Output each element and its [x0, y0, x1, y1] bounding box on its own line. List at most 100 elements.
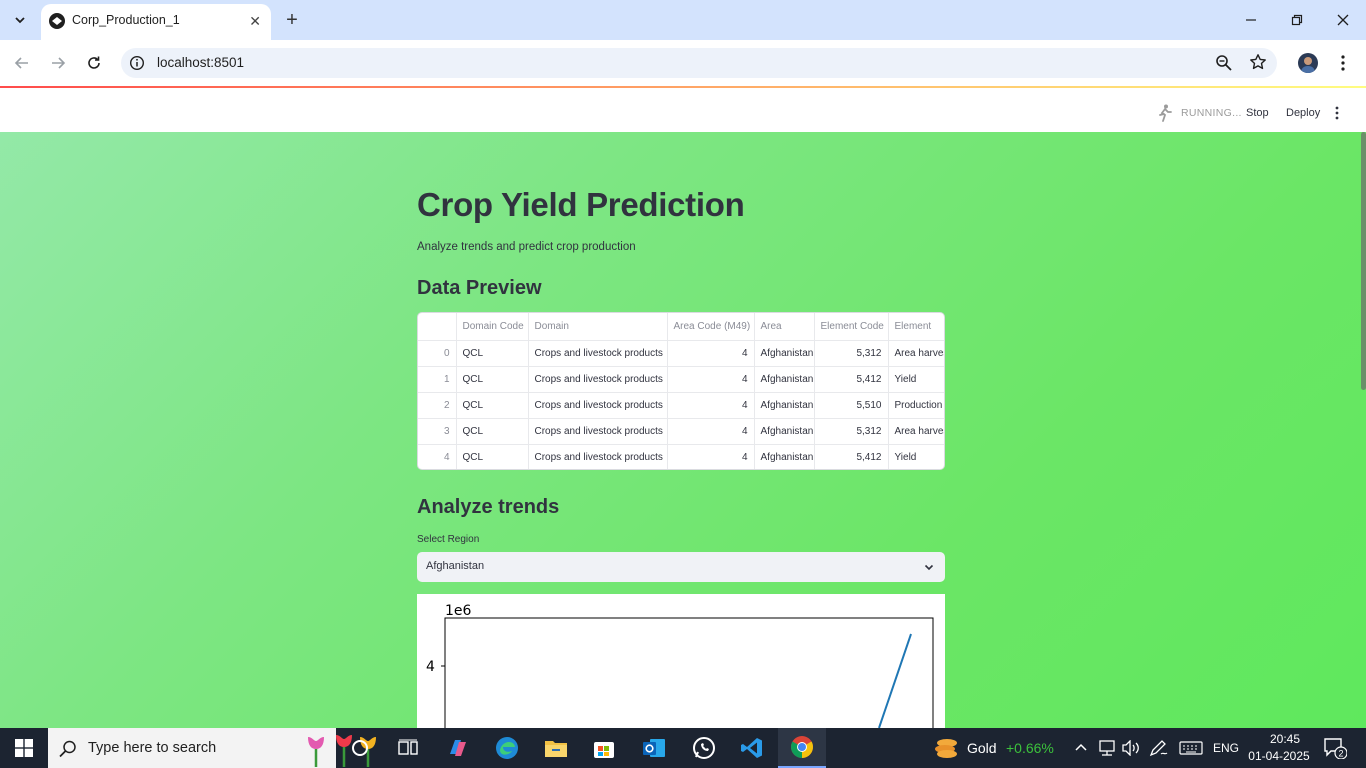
deploy-button[interactable]: Deploy: [1286, 107, 1320, 119]
touch-keyboard-button[interactable]: [1179, 728, 1203, 768]
table-cell[interactable]: 5,312: [814, 418, 889, 446]
column-header[interactable]: Element Code: [814, 313, 889, 341]
table-cell[interactable]: 5,412: [814, 366, 889, 393]
forward-button[interactable]: [48, 53, 68, 73]
table-cell[interactable]: Afghanistan: [754, 366, 815, 393]
page-title: Crop Yield Prediction: [417, 186, 745, 223]
taskbar-store[interactable]: [580, 728, 628, 768]
zoom-icon[interactable]: [1215, 54, 1233, 72]
notification-icon[interactable]: 2: [1323, 737, 1347, 759]
taskbar-file-explorer[interactable]: [532, 728, 580, 768]
close-window-button[interactable]: [1329, 8, 1357, 32]
gold-coins-icon: [935, 739, 957, 758]
table-cell[interactable]: QCL: [456, 444, 529, 469]
taskbar-whatsapp[interactable]: [680, 728, 728, 768]
vscode-icon: [741, 738, 762, 758]
table-cell[interactable]: QCL: [456, 366, 529, 393]
taskbar-edge[interactable]: [483, 728, 531, 768]
table-cell[interactable]: Afghanistan: [754, 444, 815, 469]
column-header[interactable]: Domain Code: [456, 313, 529, 341]
tab-title: Corp_Production_1: [72, 13, 180, 27]
column-header[interactable]: Element: [888, 313, 944, 341]
table-cell[interactable]: Crops and livestock products: [528, 444, 668, 469]
stop-button[interactable]: Stop: [1246, 107, 1269, 119]
more-vertical-icon[interactable]: [1336, 53, 1350, 73]
table-cell[interactable]: Production: [888, 392, 944, 420]
table-cell[interactable]: Crops and livestock products: [528, 366, 668, 393]
volume-icon: [1122, 740, 1139, 756]
url-text[interactable]: localhost:8501: [157, 55, 244, 70]
main-menu-icon[interactable]: [1331, 105, 1343, 121]
table-cell[interactable]: 4: [667, 418, 755, 446]
table-cell[interactable]: 4: [667, 392, 755, 420]
region-select[interactable]: Afghanistan: [417, 552, 945, 582]
bookmark-star-icon[interactable]: [1249, 53, 1267, 71]
restore-button[interactable]: [1283, 8, 1311, 32]
pen-button[interactable]: [1149, 728, 1169, 768]
show-hidden-icons-button[interactable]: [1073, 728, 1089, 768]
gold-label: Gold: [967, 740, 997, 756]
table-cell[interactable]: Afghanistan: [754, 392, 815, 420]
column-header[interactable]: Area: [754, 313, 815, 341]
windows-logo-icon: [15, 739, 33, 757]
restore-icon: [1291, 14, 1303, 26]
column-header[interactable]: Domain: [528, 313, 668, 341]
region-select-value: Afghanistan: [426, 560, 485, 572]
table-cell[interactable]: QCL: [456, 392, 529, 420]
reload-button[interactable]: [84, 53, 104, 73]
table-cell[interactable]: 4: [667, 340, 755, 367]
table-cell[interactable]: Yield: [888, 444, 944, 469]
network-button[interactable]: [1097, 728, 1117, 768]
copilot-icon: [450, 740, 466, 756]
table-cell[interactable]: Crops and livestock products: [528, 418, 668, 446]
data-preview-heading: Data Preview: [417, 277, 542, 299]
table-cell[interactable]: 5,312: [814, 340, 889, 367]
pen-icon: [1149, 740, 1168, 757]
streamlit-header: RUNNING... Stop Deploy: [0, 86, 1366, 132]
back-button[interactable]: [12, 53, 32, 73]
table-row: 4 QCL Crops and livestock products 4 Afg…: [418, 444, 944, 469]
table-cell[interactable]: Yield: [888, 366, 944, 393]
site-info-icon[interactable]: [129, 55, 145, 71]
taskbar-vscode[interactable]: [728, 728, 776, 768]
table-row: 2 QCL Crops and livestock products 4 Afg…: [418, 392, 944, 420]
row-index: 4: [418, 444, 457, 469]
tab-search-button[interactable]: [7, 8, 33, 32]
new-tab-button[interactable]: +: [282, 8, 302, 32]
taskbar-chrome[interactable]: [778, 728, 826, 768]
table-cell[interactable]: Area harvested: [888, 418, 944, 446]
table-cell[interactable]: Afghanistan: [754, 418, 815, 446]
close-tab-icon[interactable]: ✕: [249, 13, 261, 30]
table-cell[interactable]: Afghanistan: [754, 340, 815, 367]
table-cell[interactable]: Crops and livestock products: [528, 340, 668, 367]
profile-avatar[interactable]: [1298, 53, 1318, 73]
app-page: RUNNING... Stop Deploy Crop Yield Predic…: [0, 86, 1366, 728]
table-cell[interactable]: QCL: [456, 418, 529, 446]
column-header[interactable]: Area Code (M49): [667, 313, 755, 341]
taskbar-copilot[interactable]: [434, 728, 482, 768]
volume-button[interactable]: [1121, 728, 1141, 768]
cortana-button[interactable]: [336, 728, 384, 768]
browser-tab[interactable]: Corp_Production_1 ✕: [41, 4, 271, 40]
table-row: 1 QCL Crops and livestock products 4 Afg…: [418, 366, 944, 393]
table-cell[interactable]: Area harvested: [888, 340, 944, 367]
task-view-button[interactable]: [384, 728, 432, 768]
table-cell[interactable]: QCL: [456, 340, 529, 367]
chevron-up-icon: [1075, 743, 1087, 751]
table-cell[interactable]: 4: [667, 444, 755, 469]
language-indicator[interactable]: ENG: [1213, 741, 1239, 755]
y-offset-label: 1e6: [445, 603, 472, 619]
page-scrollbar[interactable]: [1361, 132, 1366, 390]
table-cell[interactable]: 4: [667, 366, 755, 393]
table-cell[interactable]: Crops and livestock products: [528, 392, 668, 420]
network-icon: [1099, 740, 1115, 756]
taskbar-outlook[interactable]: [630, 728, 678, 768]
taskbar-search-box[interactable]: Type here to search: [48, 728, 376, 768]
table-cell[interactable]: 5,412: [814, 444, 889, 469]
minimize-button[interactable]: [1237, 8, 1265, 32]
table-cell[interactable]: 5,510: [814, 392, 889, 420]
data-preview-table[interactable]: Domain Code Domain Area Code (M49) Area …: [417, 312, 945, 470]
address-bar[interactable]: localhost:8501: [121, 48, 1277, 78]
search-icon: [59, 740, 76, 758]
start-button[interactable]: [0, 728, 48, 768]
